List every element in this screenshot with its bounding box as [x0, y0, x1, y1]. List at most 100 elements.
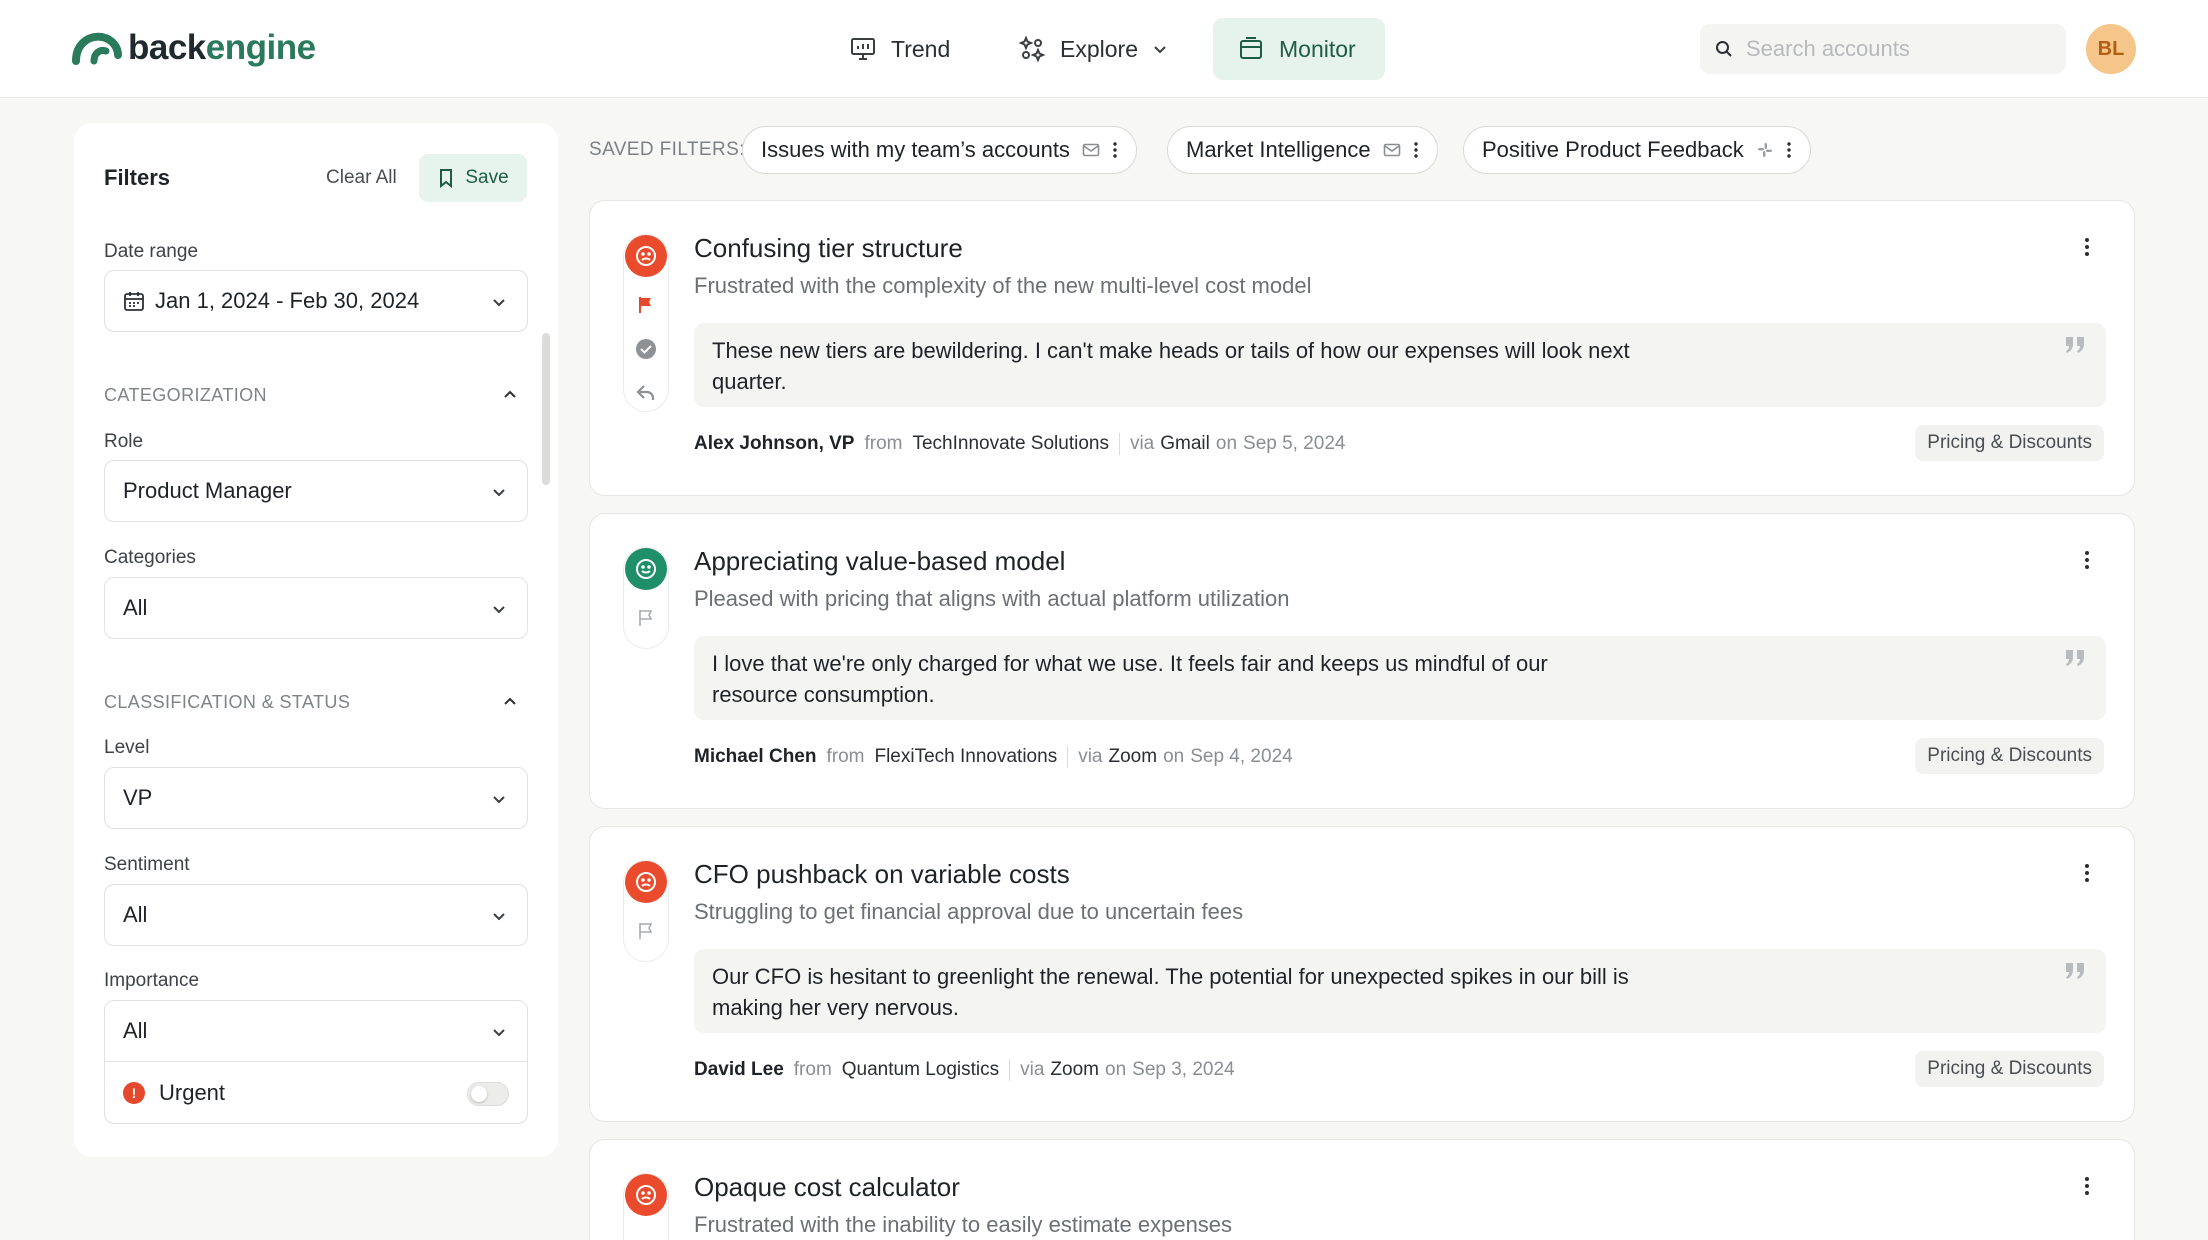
importance-label: Importance	[104, 970, 200, 991]
chevron-down-icon	[493, 796, 505, 804]
quote-text: Our CFO is hesitant to greenlight the re…	[712, 964, 1629, 1020]
level-select[interactable]: VP	[104, 767, 528, 829]
author-name[interactable]: Alex Johnson, VP	[694, 433, 854, 455]
quote-block: Our CFO is hesitant to greenlight the re…	[694, 949, 2106, 1033]
reply-icon[interactable]	[635, 382, 657, 404]
more-vertical-icon[interactable]	[2084, 550, 2090, 570]
more-vertical-icon[interactable]	[1786, 141, 1792, 159]
role-select[interactable]: Product Manager	[104, 460, 528, 522]
chevron-down-icon	[493, 913, 505, 921]
meta-from: from	[864, 433, 903, 454]
quote-mark-icon	[2066, 650, 2084, 666]
chevron-down-icon	[1154, 46, 1166, 54]
alert-icon: !	[123, 1081, 145, 1104]
category-tag[interactable]: Pricing & Discounts	[1915, 425, 2104, 461]
save-filter-button[interactable]: Save	[419, 154, 527, 202]
filters-scrollbar[interactable]	[542, 333, 550, 485]
card-actions	[624, 235, 668, 411]
more-vertical-icon[interactable]	[2084, 237, 2090, 257]
chip-label: Market Intelligence	[1186, 137, 1371, 162]
search-placeholder: Search accounts	[1746, 36, 1910, 61]
saved-filter-chip[interactable]: Market Intelligence	[1167, 126, 1438, 174]
more-vertical-icon[interactable]	[2084, 1176, 2090, 1196]
meta-on: on	[1105, 1059, 1127, 1080]
categories-select[interactable]: All	[104, 577, 528, 639]
nav-explore-label: Explore	[1060, 35, 1138, 62]
date-range-label: Date range	[104, 241, 199, 262]
company-name[interactable]: TechInnovate Solutions	[912, 433, 1108, 455]
role-value: Product Manager	[123, 478, 292, 503]
flag-outline-icon[interactable]	[636, 608, 656, 628]
quote-text: I love that we're only charged for what …	[712, 651, 1548, 707]
chevron-down-icon	[493, 489, 505, 497]
sentiment-value: All	[123, 902, 148, 927]
sentiment-select[interactable]: All	[104, 884, 528, 946]
saved-filters-label: SAVED FILTERS:	[589, 139, 745, 160]
author-name[interactable]: Michael Chen	[694, 746, 816, 768]
card-subtitle: Frustrated with the inability to easily …	[694, 1212, 1233, 1237]
flag-outline-icon[interactable]	[636, 921, 656, 941]
level-label: Level	[104, 737, 150, 758]
card-actions	[624, 1174, 668, 1240]
feedback-card[interactable]: Confusing tier structure Frustrated with…	[589, 200, 2135, 496]
categories-label: Categories	[104, 547, 196, 568]
meta-from: from	[793, 1059, 832, 1080]
meta-via: via	[1020, 1059, 1045, 1080]
filters-panel: Filters Clear All Save Date range Jan 1,…	[74, 123, 558, 1157]
card-title: Opaque cost calculator	[694, 1172, 960, 1202]
more-vertical-icon[interactable]	[2084, 863, 2090, 883]
avatar[interactable]: BL	[2086, 24, 2136, 74]
app-logo[interactable]: backengine	[72, 28, 316, 68]
card-meta: Michael Chen from FlexiTech Innovations …	[694, 746, 1293, 768]
quote-mark-icon	[2066, 963, 2084, 979]
category-tag[interactable]: Pricing & Discounts	[1915, 738, 2104, 774]
sentiment-negative-icon	[625, 861, 667, 903]
save-label: Save	[465, 167, 509, 188]
chevron-up-icon[interactable]	[502, 694, 518, 710]
feedback-card[interactable]: CFO pushback on variable costs Strugglin…	[589, 826, 2135, 1122]
chevron-down-icon	[493, 1029, 505, 1037]
feedback-card[interactable]: Appreciating value-based model Pleased w…	[589, 513, 2135, 809]
chip-label: Issues with my team’s accounts	[761, 137, 1070, 162]
clear-all-button[interactable]: Clear All	[326, 167, 397, 189]
feedback-card[interactable]: Opaque cost calculator Frustrated with t…	[589, 1139, 2135, 1240]
urgent-label: Urgent	[159, 1079, 226, 1105]
nav-monitor-label: Monitor	[1279, 35, 1356, 62]
company-name[interactable]: FlexiTech Innovations	[874, 746, 1057, 768]
meta-from: from	[826, 746, 865, 767]
urgent-toggle[interactable]	[467, 1082, 509, 1106]
card-subtitle: Struggling to get financial approval due…	[694, 899, 1244, 924]
calendar-icon	[124, 292, 144, 311]
importance-value: All	[123, 1018, 148, 1043]
category-tag[interactable]: Pricing & Discounts	[1915, 1051, 2104, 1087]
search-input[interactable]: Search accounts	[1700, 24, 2066, 74]
flag-icon[interactable]	[636, 295, 656, 315]
more-vertical-icon[interactable]	[1112, 141, 1118, 159]
sentiment-negative-icon	[625, 235, 667, 277]
company-name[interactable]: Quantum Logistics	[842, 1059, 999, 1081]
source-name: Gmail	[1160, 433, 1210, 454]
card-title: Appreciating value-based model	[694, 546, 1066, 576]
level-value: VP	[123, 785, 153, 810]
saved-filter-chip[interactable]: Issues with my team’s accounts	[742, 126, 1137, 174]
nav-explore[interactable]: Explore	[994, 18, 1192, 80]
nav-trend[interactable]: Trend	[825, 18, 974, 80]
importance-select[interactable]: All	[104, 1000, 528, 1062]
divider	[1067, 746, 1069, 768]
categories-value: All	[123, 595, 148, 620]
nav-monitor[interactable]: Monitor	[1213, 18, 1385, 80]
date-range-select[interactable]: Jan 1, 2024 - Feb 30, 2024	[104, 270, 528, 332]
saved-filter-chip[interactable]: Positive Product Feedback	[1463, 126, 1811, 174]
meta-via: via	[1078, 746, 1103, 767]
author-name[interactable]: David Lee	[694, 1059, 784, 1081]
nav-trend-label: Trend	[891, 35, 951, 62]
quote-block: I love that we're only charged for what …	[694, 636, 2106, 720]
date-range-value: Jan 1, 2024 - Feb 30, 2024	[155, 288, 420, 313]
chevron-up-icon[interactable]	[502, 387, 518, 403]
source-name: Zoom	[1050, 1059, 1099, 1080]
sentiment-positive-icon	[625, 548, 667, 590]
card-actions	[624, 548, 668, 648]
card-title: CFO pushback on variable costs	[694, 859, 1070, 889]
more-vertical-icon[interactable]	[1413, 141, 1419, 159]
check-circle-icon[interactable]	[635, 338, 657, 360]
